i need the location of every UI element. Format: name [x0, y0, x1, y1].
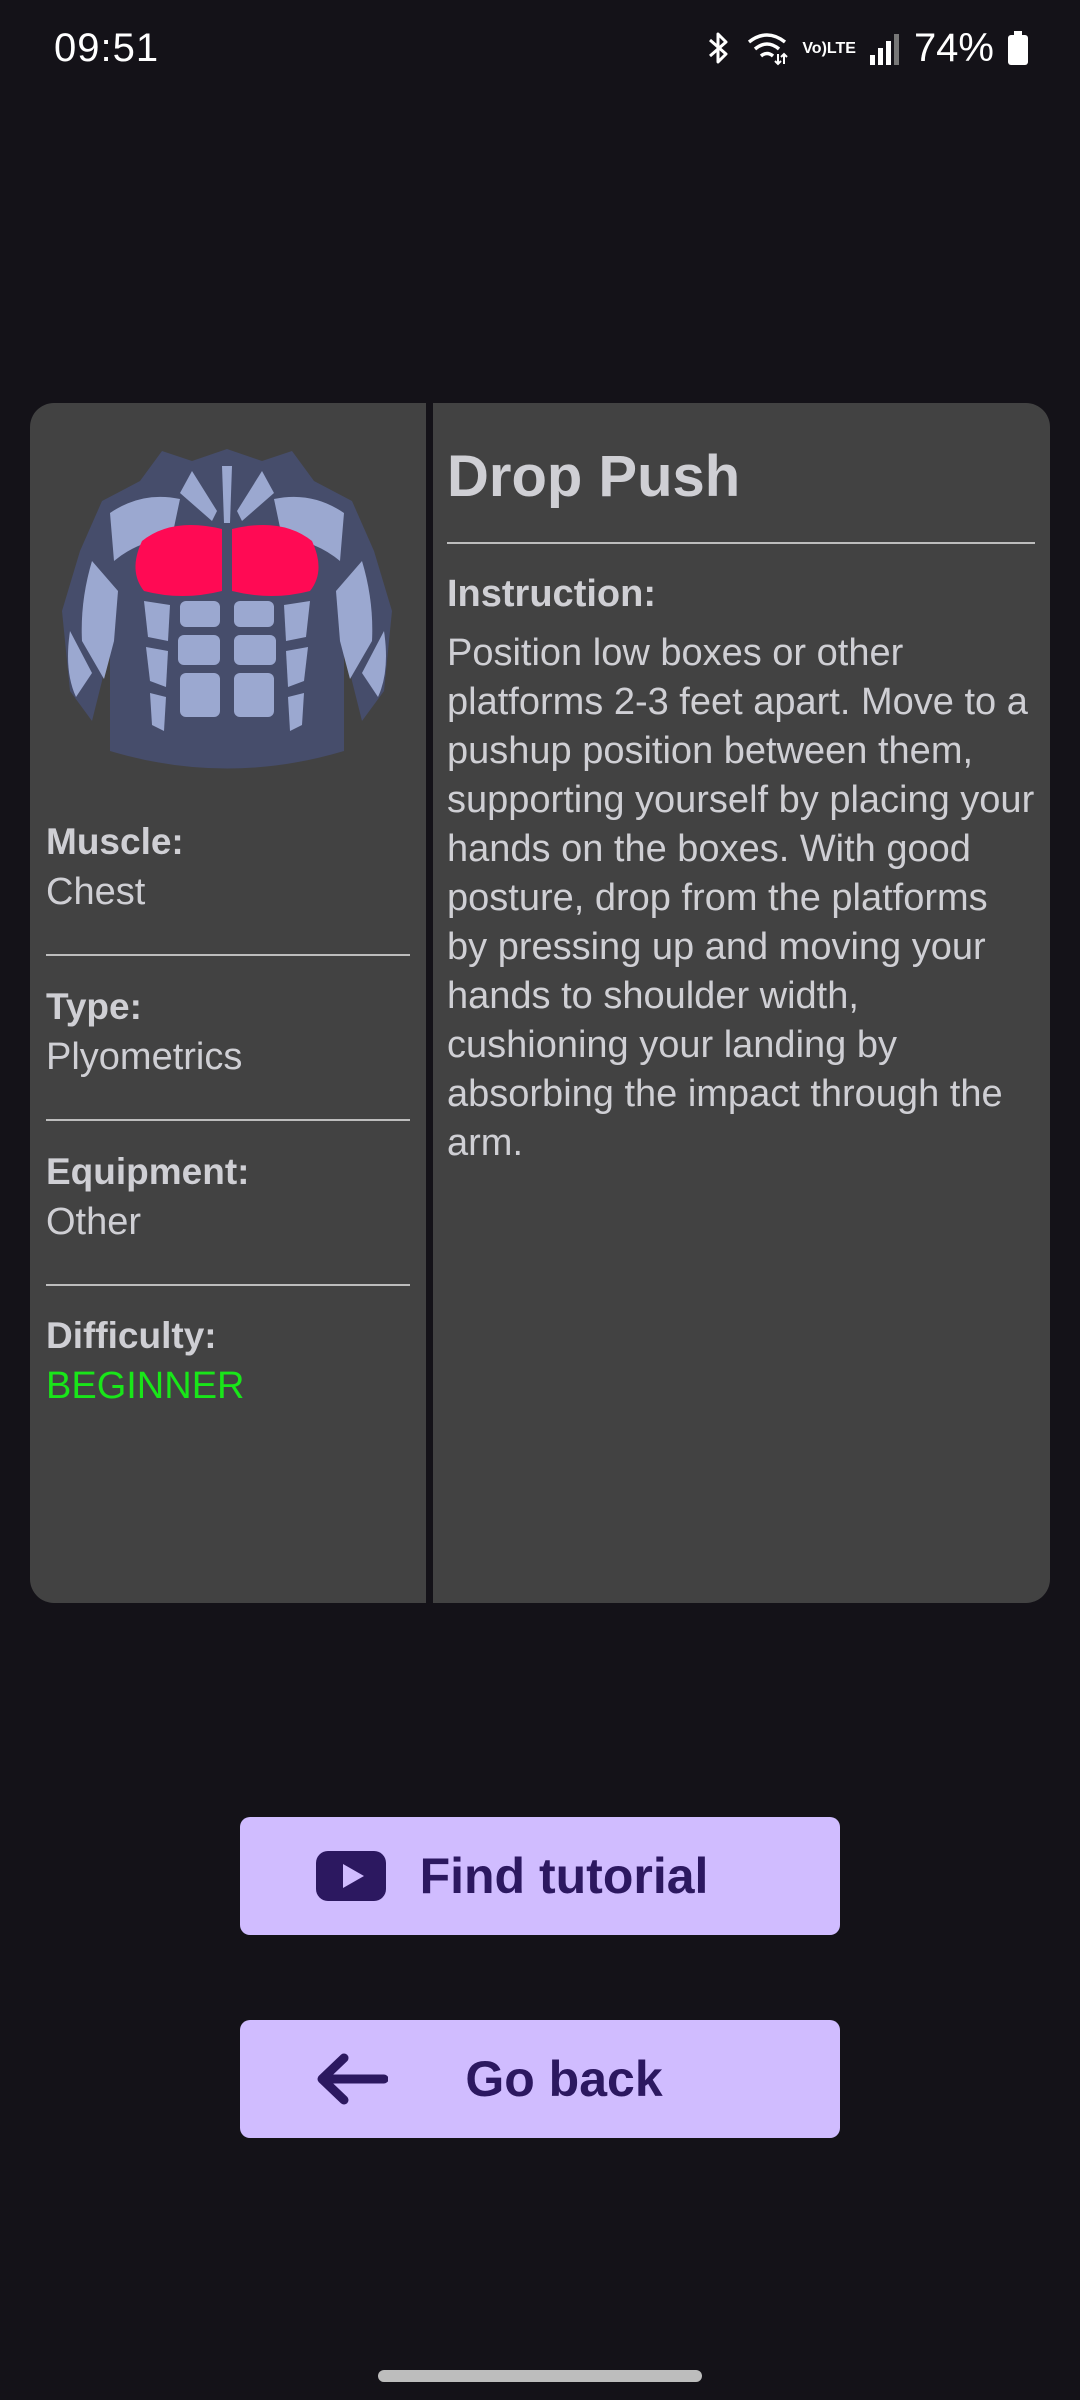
difficulty-label: Difficulty: — [46, 1315, 217, 1356]
type-value: Plyometrics — [46, 1036, 243, 1078]
difficulty-field: Difficulty: BEGINNER — [46, 1313, 410, 1413]
go-back-label: Go back — [465, 2051, 663, 2107]
equipment-field: Equipment: Other — [46, 1149, 410, 1249]
chest-muscle-illustration — [62, 449, 392, 769]
status-time: 09:51 — [54, 26, 160, 70]
home-indicator[interactable] — [378, 2370, 702, 2382]
status-bar: 09:51 Vo) LTE 74% — [0, 0, 1080, 100]
instruction-text: Position low boxes or other platforms 2-… — [447, 632, 1035, 1164]
exercise-info-column: Muscle: Chest Type: Plyometrics Equipmen… — [30, 403, 426, 1603]
exercise-title: Drop Push — [447, 444, 741, 509]
instruction-label: Instruction: — [447, 573, 656, 615]
difficulty-value: BEGINNER — [46, 1365, 245, 1407]
type-field: Type: Plyometrics — [46, 984, 410, 1084]
divider — [46, 1284, 410, 1286]
volte-line2: LTE — [826, 39, 856, 57]
divider — [46, 1119, 410, 1121]
bluetooth-icon — [706, 24, 732, 72]
find-tutorial-button[interactable]: Find tutorial — [240, 1817, 840, 1935]
equipment-value: Other — [46, 1201, 142, 1243]
volte-line1: Vo) — [802, 39, 827, 57]
volte-indicator: Vo) LTE — [802, 24, 856, 72]
equipment-label: Equipment: — [46, 1151, 250, 1192]
muscle-label: Muscle: — [46, 821, 184, 862]
title-divider — [447, 542, 1035, 544]
status-icons: Vo) LTE 74% — [706, 24, 1028, 72]
signal-icon — [869, 24, 900, 72]
exercise-card: Muscle: Chest Type: Plyometrics Equipmen… — [30, 403, 1050, 1603]
find-tutorial-label: Find tutorial — [419, 1848, 709, 1904]
muscle-value: Chest — [46, 871, 146, 913]
muscle-field: Muscle: Chest — [46, 819, 410, 919]
exercise-detail-screen: 09:51 Vo) LTE 74% Muscle: Chest Type: Pl… — [0, 0, 1080, 2400]
battery-icon — [1008, 24, 1028, 72]
column-divider — [426, 403, 433, 1603]
battery-percent: 74% — [913, 25, 994, 70]
exercise-description-column: Drop Push Instruction: Position low boxe… — [433, 403, 1050, 1603]
wifi-icon — [746, 24, 789, 72]
divider — [46, 954, 410, 956]
go-back-button[interactable]: Go back — [240, 2020, 840, 2138]
type-label: Type: — [46, 986, 142, 1027]
